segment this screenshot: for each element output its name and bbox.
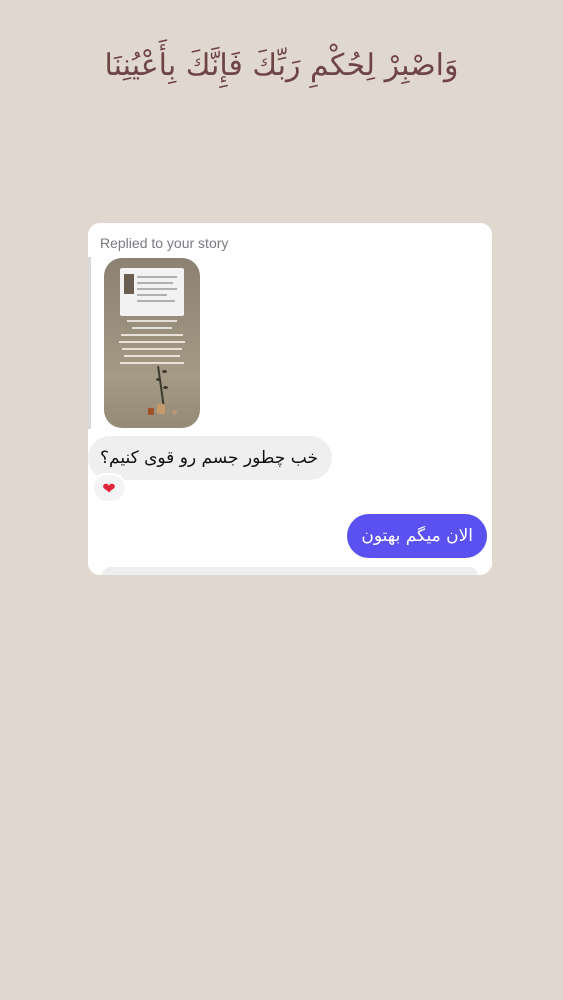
story-text-line (120, 362, 184, 364)
story-text-line (132, 327, 172, 329)
reply-indicator-bar (88, 257, 91, 429)
chat-card: Replied to your story خب چطور جسم رو قوی… (88, 223, 492, 575)
reply-context-label: Replied to your story (100, 235, 229, 251)
story-thumbnail[interactable] (104, 258, 200, 428)
story-vase (157, 404, 165, 414)
card-bottom-edge (102, 567, 478, 575)
screen: وَاصْبِرْ لِحُكْمِ رَبِّكَ فَإِنَّكَ بِأ… (0, 0, 563, 1000)
received-message-bubble[interactable]: خب چطور جسم رو قوی کنیم؟ (88, 436, 332, 480)
story-mini-image (124, 274, 134, 294)
story-card-line (137, 282, 173, 284)
heart-icon[interactable]: ❤ (92, 473, 126, 503)
story-text-line (122, 348, 182, 350)
story-leaf (156, 378, 161, 381)
story-card-line (137, 294, 167, 296)
story-object (172, 410, 177, 415)
story-leaf (163, 386, 168, 389)
story-card-line (137, 300, 175, 302)
story-text-line (119, 341, 185, 343)
story-card-line (137, 276, 177, 278)
sent-message-bubble[interactable]: الان میگم بهتون (347, 514, 487, 558)
story-text-line (124, 355, 180, 357)
story-text-overlay (114, 320, 190, 369)
story-text-line (121, 334, 183, 336)
story-card-line (137, 288, 177, 290)
story-object (148, 408, 154, 415)
story-screenshot-card (120, 268, 184, 316)
story-leaf (162, 370, 167, 373)
story-text-line (127, 320, 177, 322)
quran-verse-calligraphy: وَاصْبِرْ لِحُكْمِ رَبِّكَ فَإِنَّكَ بِأ… (104, 48, 459, 83)
